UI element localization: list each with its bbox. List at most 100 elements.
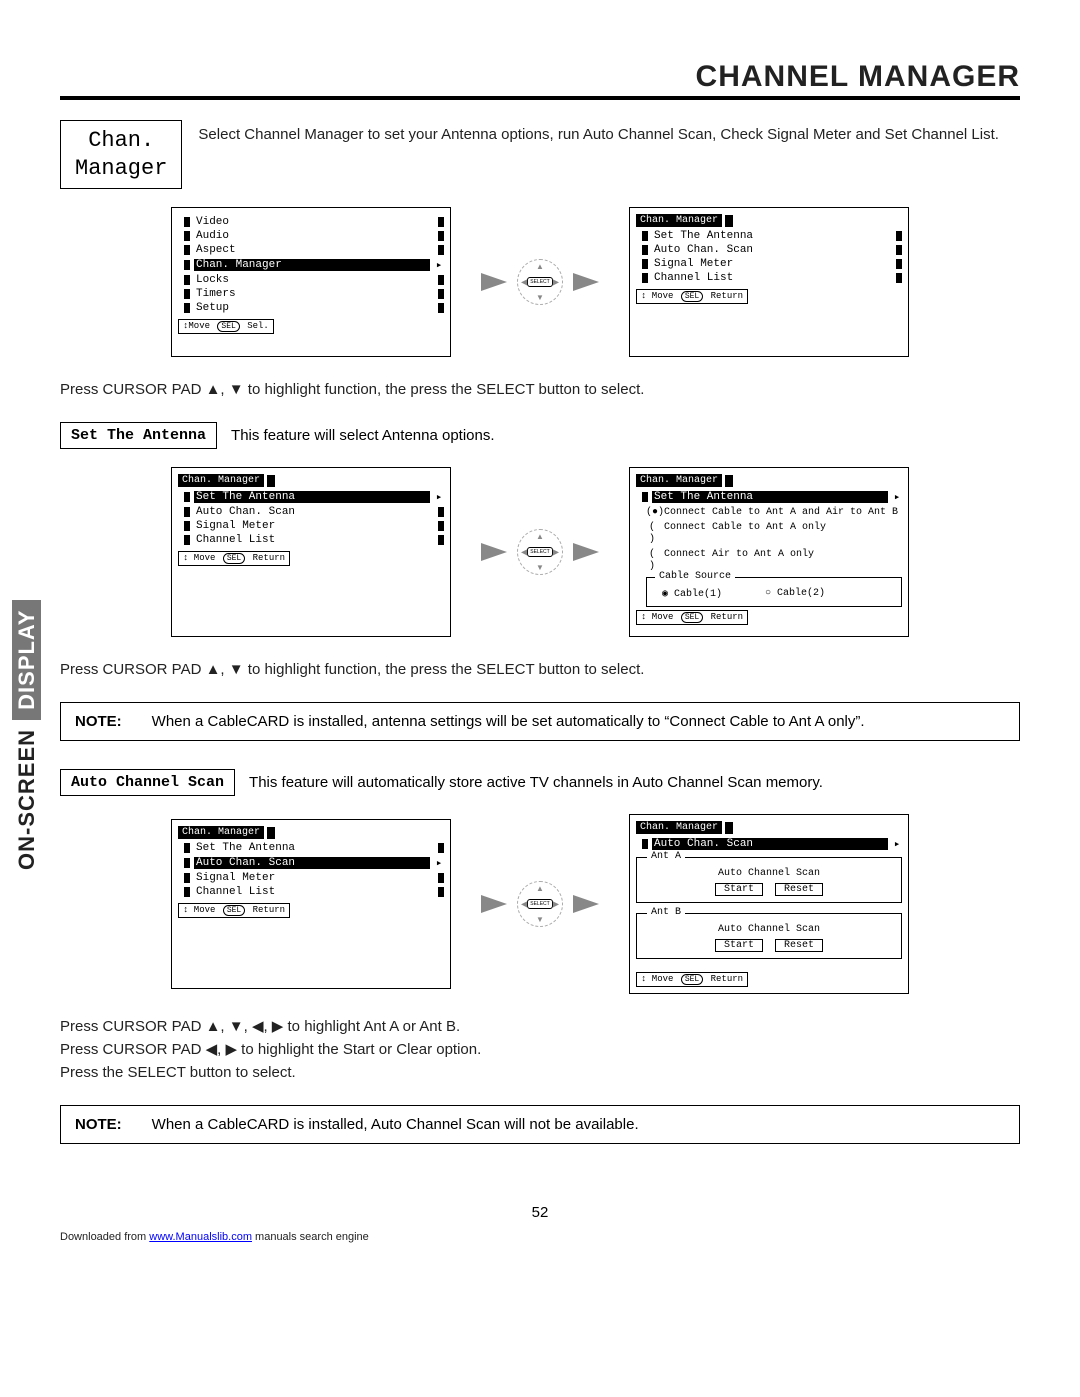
arrow-right-icon [573,543,599,561]
sel-icon: SEL [681,291,703,302]
osd-item: Locks [194,274,434,286]
osd-set-antenna-menu: Chan. Manager Set The Antenna▸ (●)Connec… [629,467,909,637]
sel-icon: SEL [217,321,239,332]
chevron-right-icon: ▸ [434,490,444,504]
cursor-pad-icon: ▲▼ ◀▶ SELECT [517,881,563,927]
footer-sel: Return [711,974,743,984]
arrow-right-icon [573,895,599,913]
sel-icon: SEL [223,553,245,564]
select-button-label: SELECT [527,547,552,557]
osd-item: Signal Meter [194,872,434,884]
start-button: Start [715,883,763,896]
ant-b-group: Ant B Auto Channel Scan Start Reset [636,913,902,959]
osd-main-menu: Video Audio Aspect Chan. Manager▸ Locks … [171,207,451,357]
chevron-right-icon: ▸ [434,856,444,870]
select-button-label: SELECT [527,277,552,287]
osd-footer: ↕ Move SEL Return [636,972,748,987]
menu-label-box: Chan. Manager [60,120,182,189]
reset-button: Reset [775,883,823,896]
footer-move: ↕ Move [641,612,673,622]
section-description: This feature will select Antenna options… [231,427,1020,444]
osd-header: Chan. Manager [636,214,722,227]
sel-icon: SEL [681,612,703,623]
osd-item: Signal Meter [194,520,434,532]
remote-nav-diagram: ▲▼ ◀▶ SELECT [481,259,599,305]
page-title: CHANNEL MANAGER [60,60,1020,94]
osd-chan-manager-menu: Chan. Manager Set The Antenna▸ Auto Chan… [171,467,451,637]
osd-item: Set The Antenna [652,230,892,242]
osd-item: Timers [194,288,434,300]
footer-move: ↕ Move [641,291,673,301]
antenna-option: Connect Cable to Ant A and Air to Ant B [664,507,898,519]
osd-item: Video [194,216,434,228]
osd-item: Auto Chan. Scan [194,506,434,518]
osd-item: Setup [194,302,434,314]
cable-option: Cable(1) [674,589,722,600]
download-suffix: manuals search engine [252,1231,369,1243]
instruction-text: Press CURSOR PAD ▲, ▼, ◀, ▶ to highlight… [60,1016,1020,1037]
chevron-right-icon: ▸ [434,258,444,272]
antenna-option: Connect Air to Ant A only [664,549,814,573]
remote-nav-diagram: ▲▼ ◀▶ SELECT [481,881,599,927]
osd-footer: ↕ Move SEL Return [636,289,748,304]
footer-move: ↕ Move [641,974,673,984]
instruction-text: Press the SELECT button to select. [60,1062,1020,1083]
note-text: When a CableCARD is installed, Auto Chan… [152,1116,639,1133]
radio-unselected-icon: ○ [762,588,774,599]
osd-header: Chan. Manager [178,826,264,839]
radio-selected-icon: (●) [646,507,658,519]
intro-text: Select Channel Manager to set your Anten… [198,120,1020,145]
select-button-label: SELECT [527,899,552,909]
section-label-auto-scan: Auto Channel Scan [60,769,235,796]
arrow-right-icon [573,273,599,291]
note-label: NOTE: [75,1116,122,1133]
instruction-text: Press CURSOR PAD ▲, ▼ to highlight funct… [60,379,1020,400]
osd-chan-manager-menu: Chan. Manager Set The Antenna Auto Chan.… [629,207,909,357]
radio-unselected-icon: ( ) [646,522,658,546]
ant-a-group: Ant A Auto Channel Scan Start Reset [636,857,902,903]
section-label-set-antenna: Set The Antenna [60,422,217,449]
osd-header: Chan. Manager [178,474,264,487]
cursor-pad-icon: ▲▼ ◀▶ SELECT [517,259,563,305]
osd-item: Set The Antenna [194,842,434,854]
scan-title: Auto Channel Scan [643,924,895,935]
fieldset-legend: Ant B [647,907,685,918]
osd-item-highlighted: Auto Chan. Scan [652,838,888,850]
cable-source-fieldset: Cable Source ◉Cable(1) ○Cable(2) [646,577,902,607]
sel-icon: SEL [681,974,703,985]
arrow-right-icon [481,273,507,291]
reset-button: Reset [775,939,823,952]
cursor-pad-icon: ▲▼ ◀▶ SELECT [517,529,563,575]
footer-move: ↕ Move [183,553,215,563]
start-button: Start [715,939,763,952]
osd-item: Signal Meter [652,258,892,270]
osd-item-highlighted: Set The Antenna [652,491,888,503]
page-number: 52 [60,1204,1020,1221]
fieldset-legend: Ant A [647,851,685,862]
osd-item: Channel List [194,534,434,546]
instruction-text: Press CURSOR PAD ◀, ▶ to highlight the S… [60,1039,1020,1060]
footer-sel: Return [253,905,285,915]
osd-item: Channel List [194,886,434,898]
side-tab: ON-SCREEN DISPLAY [14,600,40,870]
scan-title: Auto Channel Scan [643,868,895,879]
manualslib-link[interactable]: www.Manualslib.com [149,1231,252,1243]
osd-footer: ↕ Move SEL Return [178,903,290,918]
radio-unselected-icon: ( ) [646,549,658,573]
osd-chan-manager-menu: Chan. Manager Set The Antenna Auto Chan.… [171,819,451,989]
side-tab-prefix: ON-SCREEN [14,729,39,870]
download-prefix: Downloaded from [60,1231,149,1243]
sel-icon: SEL [223,905,245,916]
section-description: This feature will automatically store ac… [249,774,1020,791]
arrow-right-icon [481,543,507,561]
note-text: When a CableCARD is installed, antenna s… [152,713,865,730]
side-tab-suffix: DISPLAY [12,600,41,720]
arrow-right-icon [481,895,507,913]
download-line: Downloaded from www.Manualslib.com manua… [60,1231,1020,1243]
footer-move: ↕Move [183,321,210,331]
osd-item-highlighted: Chan. Manager [194,259,430,271]
osd-item: Audio [194,230,434,242]
footer-sel: Return [711,612,743,622]
antenna-option: Connect Cable to Ant A only [664,522,826,546]
fieldset-legend: Cable Source [655,571,735,582]
